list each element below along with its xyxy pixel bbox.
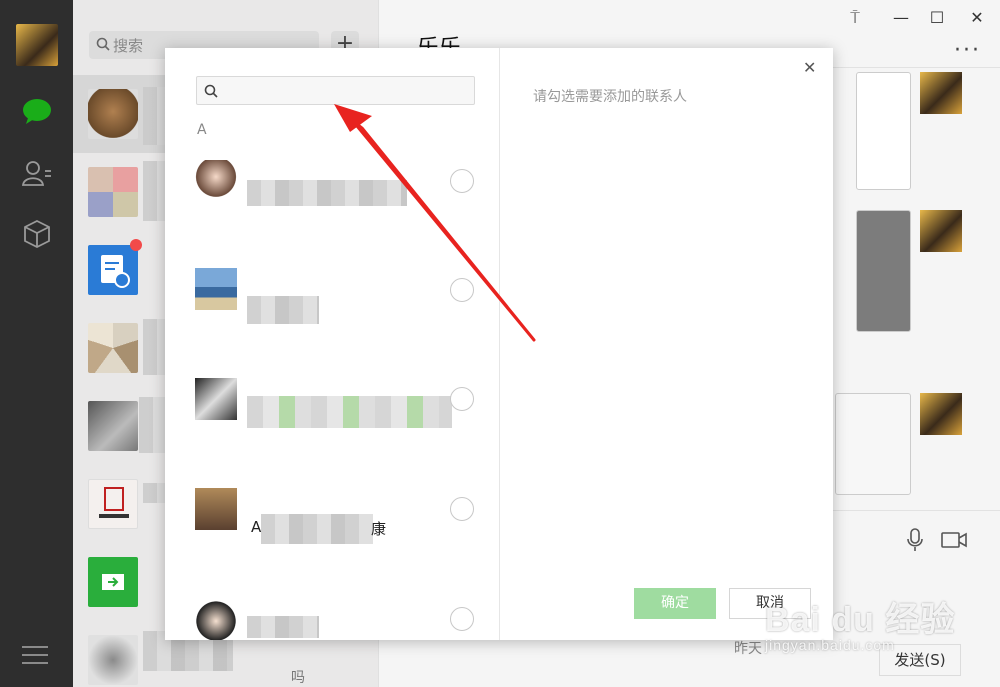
select-radio[interactable] bbox=[450, 278, 474, 302]
dialog-close-icon[interactable]: ✕ bbox=[803, 58, 816, 77]
avatar bbox=[920, 393, 962, 435]
section-letter: A bbox=[197, 122, 207, 138]
chat-icon[interactable] bbox=[20, 94, 54, 128]
select-radio[interactable] bbox=[450, 169, 474, 193]
avatar bbox=[88, 479, 138, 529]
blurred-name bbox=[247, 296, 319, 324]
avatar bbox=[195, 160, 237, 202]
contact-item[interactable]: A 康 bbox=[165, 482, 500, 592]
favorites-icon[interactable] bbox=[20, 217, 54, 251]
contacts-icon[interactable] bbox=[20, 156, 54, 190]
menu-icon[interactable] bbox=[22, 646, 48, 666]
contact-name-prefix: A bbox=[251, 518, 262, 536]
chat-snippet-tail: 吗 bbox=[291, 670, 305, 686]
blurred-name bbox=[247, 616, 319, 638]
avatar bbox=[88, 635, 138, 685]
blurred-name bbox=[261, 514, 373, 544]
select-radio[interactable] bbox=[450, 497, 474, 521]
contact-item[interactable] bbox=[165, 262, 500, 372]
search-icon bbox=[96, 37, 110, 55]
avatar bbox=[88, 89, 138, 139]
avatar bbox=[88, 401, 138, 451]
contact-name-suffix: 康 bbox=[371, 520, 387, 538]
chat-snippet: 昨天 bbox=[734, 641, 762, 657]
watermark: Bai du 经验 jingyan.baidu.com bbox=[765, 592, 955, 653]
dialog-search-input[interactable] bbox=[196, 76, 475, 105]
main-nav bbox=[0, 0, 73, 687]
maximize-icon[interactable]: ☐ bbox=[927, 8, 947, 27]
avatar bbox=[88, 167, 138, 217]
selection-hint: 请勾选需要添加的联系人 bbox=[533, 89, 687, 105]
search-placeholder: 搜索 bbox=[113, 36, 144, 55]
contact-item[interactable] bbox=[165, 592, 500, 640]
contact-item[interactable] bbox=[165, 152, 500, 262]
minimize-icon[interactable]: — bbox=[891, 8, 911, 27]
blurred-name bbox=[247, 396, 452, 428]
watermark-main: Bai du 经验 bbox=[765, 601, 956, 639]
video-call-icon[interactable] bbox=[941, 531, 967, 553]
confirm-button[interactable]: 确定 bbox=[634, 588, 716, 619]
blurred-name bbox=[247, 180, 407, 206]
avatar bbox=[195, 378, 237, 420]
contact-item[interactable] bbox=[165, 372, 500, 482]
avatar bbox=[920, 72, 962, 114]
my-avatar[interactable] bbox=[16, 24, 58, 66]
microphone-icon[interactable] bbox=[907, 528, 923, 556]
avatar bbox=[920, 210, 962, 252]
avatar bbox=[88, 323, 138, 373]
avatar bbox=[195, 598, 237, 640]
unread-badge bbox=[130, 239, 142, 251]
pin-icon[interactable]: ⍑ bbox=[845, 8, 865, 28]
contact-picker: A A 康 bbox=[165, 48, 500, 640]
avatar bbox=[195, 488, 237, 530]
image-message[interactable] bbox=[856, 210, 911, 332]
avatar bbox=[195, 268, 237, 310]
close-icon[interactable]: ✕ bbox=[967, 8, 987, 27]
more-icon[interactable]: ··· bbox=[954, 38, 981, 63]
search-icon bbox=[204, 83, 218, 102]
image-message[interactable] bbox=[835, 393, 911, 495]
add-contacts-dialog: A A 康 请勾选需要添加的联系人 ✕ 确定 取消 bbox=[165, 48, 833, 640]
image-message[interactable] bbox=[856, 72, 911, 190]
avatar bbox=[88, 245, 138, 295]
avatar bbox=[88, 557, 138, 607]
select-radio[interactable] bbox=[450, 387, 474, 411]
select-radio[interactable] bbox=[450, 607, 474, 631]
